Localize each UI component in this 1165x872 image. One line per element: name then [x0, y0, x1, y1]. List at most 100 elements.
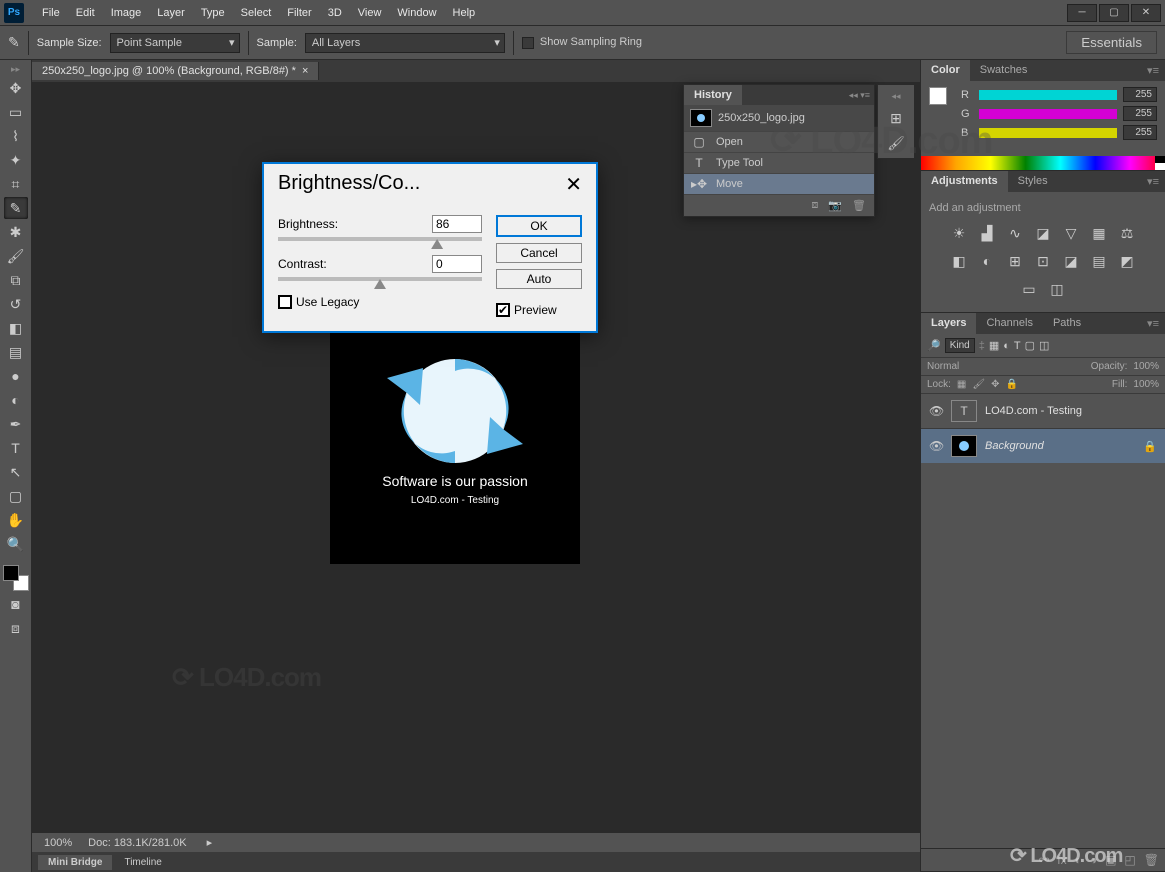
menu-3d[interactable]: 3D — [320, 3, 350, 23]
threshold-icon[interactable]: ◩ — [1118, 252, 1136, 270]
lock-pixels-icon[interactable]: ▦ — [957, 379, 966, 390]
group-icon[interactable]: ▣ — [1105, 853, 1116, 867]
filter-image-icon[interactable]: ▦ — [989, 339, 999, 352]
eyedropper-tool[interactable]: ✎ — [4, 197, 28, 219]
tab-adjustments[interactable]: Adjustments — [921, 171, 1008, 192]
snapshot-icon[interactable]: 📷 — [828, 199, 842, 212]
wand-tool[interactable]: ✦ — [4, 149, 28, 171]
brightness-icon[interactable]: ☀ — [950, 224, 968, 242]
ok-button[interactable]: OK — [496, 215, 582, 237]
zoom-level[interactable]: 100% — [44, 837, 72, 849]
menu-edit[interactable]: Edit — [68, 3, 103, 23]
crop-tool[interactable]: ⌗ — [4, 173, 28, 195]
lock-move-icon[interactable]: ✥ — [991, 379, 999, 390]
foreground-color[interactable] — [3, 565, 19, 581]
quickmask-tool[interactable]: ◙ — [4, 593, 28, 615]
levels-icon[interactable]: ▟ — [978, 224, 996, 242]
tab-color[interactable]: Color — [921, 60, 970, 81]
menu-filter[interactable]: Filter — [279, 3, 319, 23]
filter-shape-icon[interactable]: ▢ — [1025, 339, 1035, 352]
contrast-input[interactable] — [432, 255, 482, 273]
tab-swatches[interactable]: Swatches — [970, 60, 1038, 81]
eraser-tool[interactable]: ◧ — [4, 317, 28, 339]
lock-all-icon[interactable]: 🔒 — [1005, 379, 1017, 390]
curves-icon[interactable]: ∿ — [1006, 224, 1024, 242]
adjustment-icon[interactable]: ◑ — [1090, 853, 1097, 867]
pen-tool[interactable]: ✒ — [4, 413, 28, 435]
move-tool[interactable]: ✥ — [4, 77, 28, 99]
zoom-tool[interactable]: 🔍 — [4, 533, 28, 555]
minimize-button[interactable]: ─ — [1067, 4, 1097, 22]
hue-strip[interactable] — [921, 156, 1165, 170]
tab-timeline[interactable]: Timeline — [114, 855, 171, 870]
exposure-icon[interactable]: ◪ — [1034, 224, 1052, 242]
visibility-icon[interactable]: 👁 — [929, 439, 943, 453]
blue-value[interactable]: 255 — [1123, 125, 1157, 140]
dock-icon[interactable]: ⊞ — [890, 110, 902, 127]
menu-image[interactable]: Image — [103, 3, 150, 23]
fill-input[interactable]: 100% — [1133, 379, 1159, 390]
layer-item[interactable]: 👁 T LO4D.com - Testing — [921, 393, 1165, 428]
panel-menu-icon[interactable]: ▾≡ — [1141, 60, 1165, 81]
tab-mini-bridge[interactable]: Mini Bridge — [38, 855, 112, 870]
blend-mode[interactable]: Normal — [927, 361, 1007, 372]
filter-type-icon[interactable]: T — [1014, 340, 1021, 352]
sample-dropdown[interactable]: All Layers — [305, 33, 505, 53]
preview-check[interactable]: ✔Preview — [496, 303, 582, 317]
menu-window[interactable]: Window — [389, 3, 444, 23]
tab-layers[interactable]: Layers — [921, 313, 976, 334]
balance-icon[interactable]: ⚖ — [1118, 224, 1136, 242]
invert-icon[interactable]: ◪ — [1062, 252, 1080, 270]
shape-tool[interactable]: ▢ — [4, 485, 28, 507]
new-layer-icon[interactable]: ◰ — [1124, 853, 1135, 867]
mixer-icon[interactable]: ⊞ — [1006, 252, 1024, 270]
tab-close-icon[interactable]: × — [302, 65, 308, 77]
visibility-icon[interactable]: 👁 — [929, 404, 943, 418]
new-doc-icon[interactable]: ⧈ — [811, 199, 818, 212]
lasso-tool[interactable]: ⌇ — [4, 125, 28, 147]
posterize-icon[interactable]: ▤ — [1090, 252, 1108, 270]
history-item[interactable]: TType Tool — [684, 152, 874, 173]
document-tab[interactable]: 250x250_logo.jpg @ 100% (Background, RGB… — [32, 62, 319, 80]
hand-tool[interactable]: ✋ — [4, 509, 28, 531]
panel-menu-icon[interactable]: ▾≡ — [1141, 171, 1165, 192]
trash-icon[interactable]: 🗑 — [852, 199, 866, 212]
auto-button[interactable]: Auto — [496, 269, 582, 289]
tab-styles[interactable]: Styles — [1008, 171, 1058, 192]
green-value[interactable]: 255 — [1123, 106, 1157, 121]
history-item[interactable]: ▸✥Move — [684, 173, 874, 194]
lock-paint-icon[interactable]: 🖌 — [972, 379, 985, 390]
dodge-tool[interactable]: ◐ — [4, 389, 28, 411]
trash-icon[interactable]: 🗑 — [1144, 853, 1159, 867]
menu-help[interactable]: Help — [445, 3, 484, 23]
vibrance-icon[interactable]: ▽ — [1062, 224, 1080, 242]
path-tool[interactable]: ↖ — [4, 461, 28, 483]
color-swatches[interactable] — [3, 565, 29, 591]
workspace-switcher[interactable]: Essentials — [1066, 31, 1157, 54]
hue-icon[interactable]: ▦ — [1090, 224, 1108, 242]
tab-paths[interactable]: Paths — [1043, 313, 1091, 334]
link-icon[interactable]: ⚯ — [1039, 853, 1049, 867]
history-brush-tool[interactable]: ↺ — [4, 293, 28, 315]
close-button[interactable]: ✕ — [1131, 4, 1161, 22]
sampling-ring-check[interactable]: Show Sampling Ring — [522, 36, 642, 48]
sample-size-dropdown[interactable]: Point Sample — [110, 33, 240, 53]
color-panel-swatches[interactable] — [929, 87, 947, 105]
contrast-slider[interactable] — [278, 277, 482, 281]
dock-icon[interactable]: 🖌 — [887, 135, 905, 152]
filter-smart-icon[interactable]: ◫ — [1039, 339, 1049, 352]
tab-channels[interactable]: Channels — [976, 313, 1042, 334]
red-slider[interactable] — [979, 90, 1117, 100]
dialog-close-icon[interactable]: ✕ — [565, 172, 582, 197]
lookup-icon[interactable]: ⊡ — [1034, 252, 1052, 270]
filter-adjust-icon[interactable]: ◐ — [1003, 340, 1010, 352]
maximize-button[interactable]: ▢ — [1099, 4, 1129, 22]
layer-filter-kind[interactable]: Kind — [945, 338, 975, 353]
mask-icon[interactable]: ◐ — [1075, 853, 1082, 867]
bw-icon[interactable]: ◧ — [950, 252, 968, 270]
menu-type[interactable]: Type — [193, 3, 233, 23]
red-value[interactable]: 255 — [1123, 87, 1157, 102]
canvas[interactable]: Software is our passion LO4D.com - Testi… — [330, 314, 580, 564]
blur-tool[interactable]: ● — [4, 365, 28, 387]
gradient-tool[interactable]: ▤ — [4, 341, 28, 363]
